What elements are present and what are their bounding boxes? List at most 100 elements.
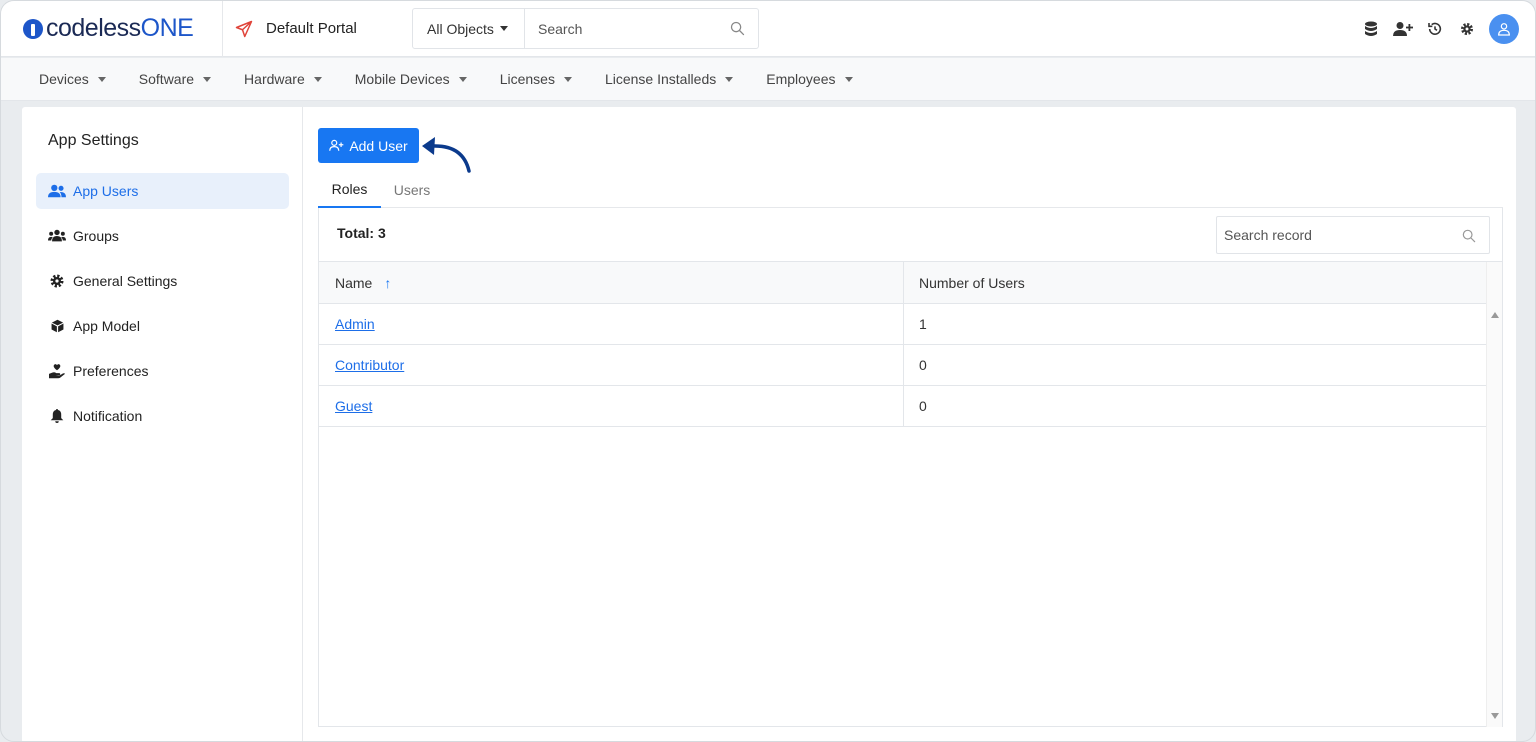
column-label: Number of Users xyxy=(919,275,1025,291)
tab-label: Users xyxy=(393,181,431,198)
table-body: Admin 1 Contributor 0 Guest 0 xyxy=(319,304,1486,427)
scroll-down-icon[interactable] xyxy=(1491,713,1499,719)
role-link[interactable]: Guest xyxy=(335,398,372,414)
app-window: codelessONE Default Portal All Objects S… xyxy=(0,0,1536,742)
hand-heart-icon xyxy=(48,362,66,380)
settings-sidebar: App Settings App Users Groups General Se… xyxy=(22,107,303,741)
table-row: Guest 0 xyxy=(319,386,1486,427)
column-divider xyxy=(903,262,904,304)
portal-selector[interactable]: Default Portal xyxy=(223,1,411,57)
column-header-number-of-users[interactable]: Number of Users xyxy=(919,262,1025,304)
record-search-input[interactable] xyxy=(1217,227,1447,243)
chevron-down-icon xyxy=(203,76,212,82)
content-panel: App Settings App Users Groups General Se… xyxy=(22,107,1516,741)
object-nav: Devices Software Hardware Mobile Devices… xyxy=(1,58,1535,101)
user-count: 0 xyxy=(919,398,927,414)
nav-license-installeds[interactable]: License Installeds xyxy=(604,71,734,87)
database-icon[interactable] xyxy=(1355,13,1387,45)
nav-label: Hardware xyxy=(244,71,305,87)
chevron-down-icon xyxy=(725,76,734,82)
table-header: Name ↑ Number of Users xyxy=(319,262,1486,304)
nav-software[interactable]: Software xyxy=(138,71,212,87)
column-divider xyxy=(903,386,904,427)
vertical-scrollbar[interactable] xyxy=(1486,262,1502,727)
sidebar-item-groups[interactable]: Groups xyxy=(36,218,289,254)
pointer-arrow-icon xyxy=(422,137,471,173)
scroll-up-icon[interactable] xyxy=(1491,312,1499,318)
nav-hardware[interactable]: Hardware xyxy=(244,71,322,87)
top-header: codelessONE Default Portal All Objects xyxy=(1,1,1535,57)
sidebar-item-label: General Settings xyxy=(73,273,178,289)
paper-plane-icon xyxy=(235,20,253,37)
role-link[interactable]: Contributor xyxy=(335,357,404,373)
chevron-down-icon xyxy=(563,76,572,82)
sidebar-title: App Settings xyxy=(48,132,139,149)
tab-label: Roles xyxy=(331,180,368,197)
logo-mark-icon xyxy=(23,18,43,39)
cube-icon xyxy=(48,317,66,335)
sidebar-item-app-model[interactable]: App Model xyxy=(36,308,289,344)
chevron-down-icon xyxy=(844,76,853,82)
table-row: Admin 1 xyxy=(319,304,1486,345)
user-count: 1 xyxy=(919,316,927,332)
user-count: 0 xyxy=(919,357,927,373)
grid-toolbar: Total: 3 xyxy=(319,208,1502,262)
sidebar-item-label: App Users xyxy=(73,183,139,199)
table-row: Contributor 0 xyxy=(319,345,1486,386)
users-icon xyxy=(48,182,66,200)
column-header-name[interactable]: Name ↑ xyxy=(335,262,391,304)
header-actions xyxy=(1355,13,1519,45)
chevron-down-icon xyxy=(97,76,106,82)
sidebar-item-label: Groups xyxy=(73,228,119,244)
tab-users[interactable]: Users xyxy=(381,171,443,208)
tab-roles[interactable]: Roles xyxy=(318,171,381,208)
column-label: Name xyxy=(335,275,373,291)
user-avatar-icon[interactable] xyxy=(1489,14,1519,44)
nav-label: Software xyxy=(138,71,195,87)
chevron-down-icon xyxy=(499,26,508,31)
sidebar-item-label: Preferences xyxy=(73,363,149,379)
chevron-down-icon xyxy=(313,76,322,82)
object-type-select[interactable]: All Objects xyxy=(413,9,525,48)
record-search xyxy=(1216,216,1490,254)
history-icon[interactable] xyxy=(1419,13,1451,45)
add-user-button[interactable]: Add User xyxy=(318,128,419,163)
gear-icon xyxy=(48,272,66,290)
global-search: All Objects xyxy=(412,8,759,49)
roles-grid: Total: 3 Name ↑ xyxy=(318,208,1503,727)
nav-mobile-devices[interactable]: Mobile Devices xyxy=(355,71,467,87)
groups-icon xyxy=(48,227,66,245)
nav-label: Employees xyxy=(766,71,836,87)
portal-label: Default Portal xyxy=(266,20,357,37)
nav-devices[interactable]: Devices xyxy=(39,71,106,87)
sidebar-item-general-settings[interactable]: General Settings xyxy=(36,263,289,299)
sidebar-item-label: Notification xyxy=(73,408,143,424)
column-divider xyxy=(903,304,904,345)
object-type-label: All Objects xyxy=(427,20,494,37)
nav-label: Devices xyxy=(39,71,89,87)
main-content: Add User Roles Users Total: 3 Search rec… xyxy=(303,107,1516,741)
sidebar-item-app-users[interactable]: App Users xyxy=(36,173,289,209)
sidebar-item-preferences[interactable]: Preferences xyxy=(36,353,289,389)
gear-icon[interactable] xyxy=(1451,13,1483,45)
search-input[interactable] xyxy=(525,20,715,37)
nav-employees[interactable]: Employees xyxy=(766,71,853,87)
column-divider xyxy=(903,345,904,386)
sidebar-item-notification[interactable]: Notification xyxy=(36,398,289,434)
total-count: Total: 3 xyxy=(337,225,386,241)
add-user-icon[interactable] xyxy=(1387,13,1419,45)
search-icon[interactable] xyxy=(729,20,746,37)
logo-text: codelessONE xyxy=(46,14,194,42)
search-icon[interactable] xyxy=(1461,228,1477,244)
bell-icon xyxy=(48,407,66,425)
add-user-label: Add User xyxy=(349,137,408,154)
logo[interactable]: codelessONE xyxy=(1,1,223,57)
sidebar-item-label: App Model xyxy=(73,318,140,334)
add-user-icon xyxy=(329,139,344,151)
role-link[interactable]: Admin xyxy=(335,316,375,332)
sort-ascending-icon[interactable]: ↑ xyxy=(384,275,391,291)
nav-label: Mobile Devices xyxy=(354,71,450,87)
nav-licenses[interactable]: Licenses xyxy=(500,71,572,87)
nav-label: Licenses xyxy=(499,71,555,87)
nav-label: License Installeds xyxy=(604,71,717,87)
